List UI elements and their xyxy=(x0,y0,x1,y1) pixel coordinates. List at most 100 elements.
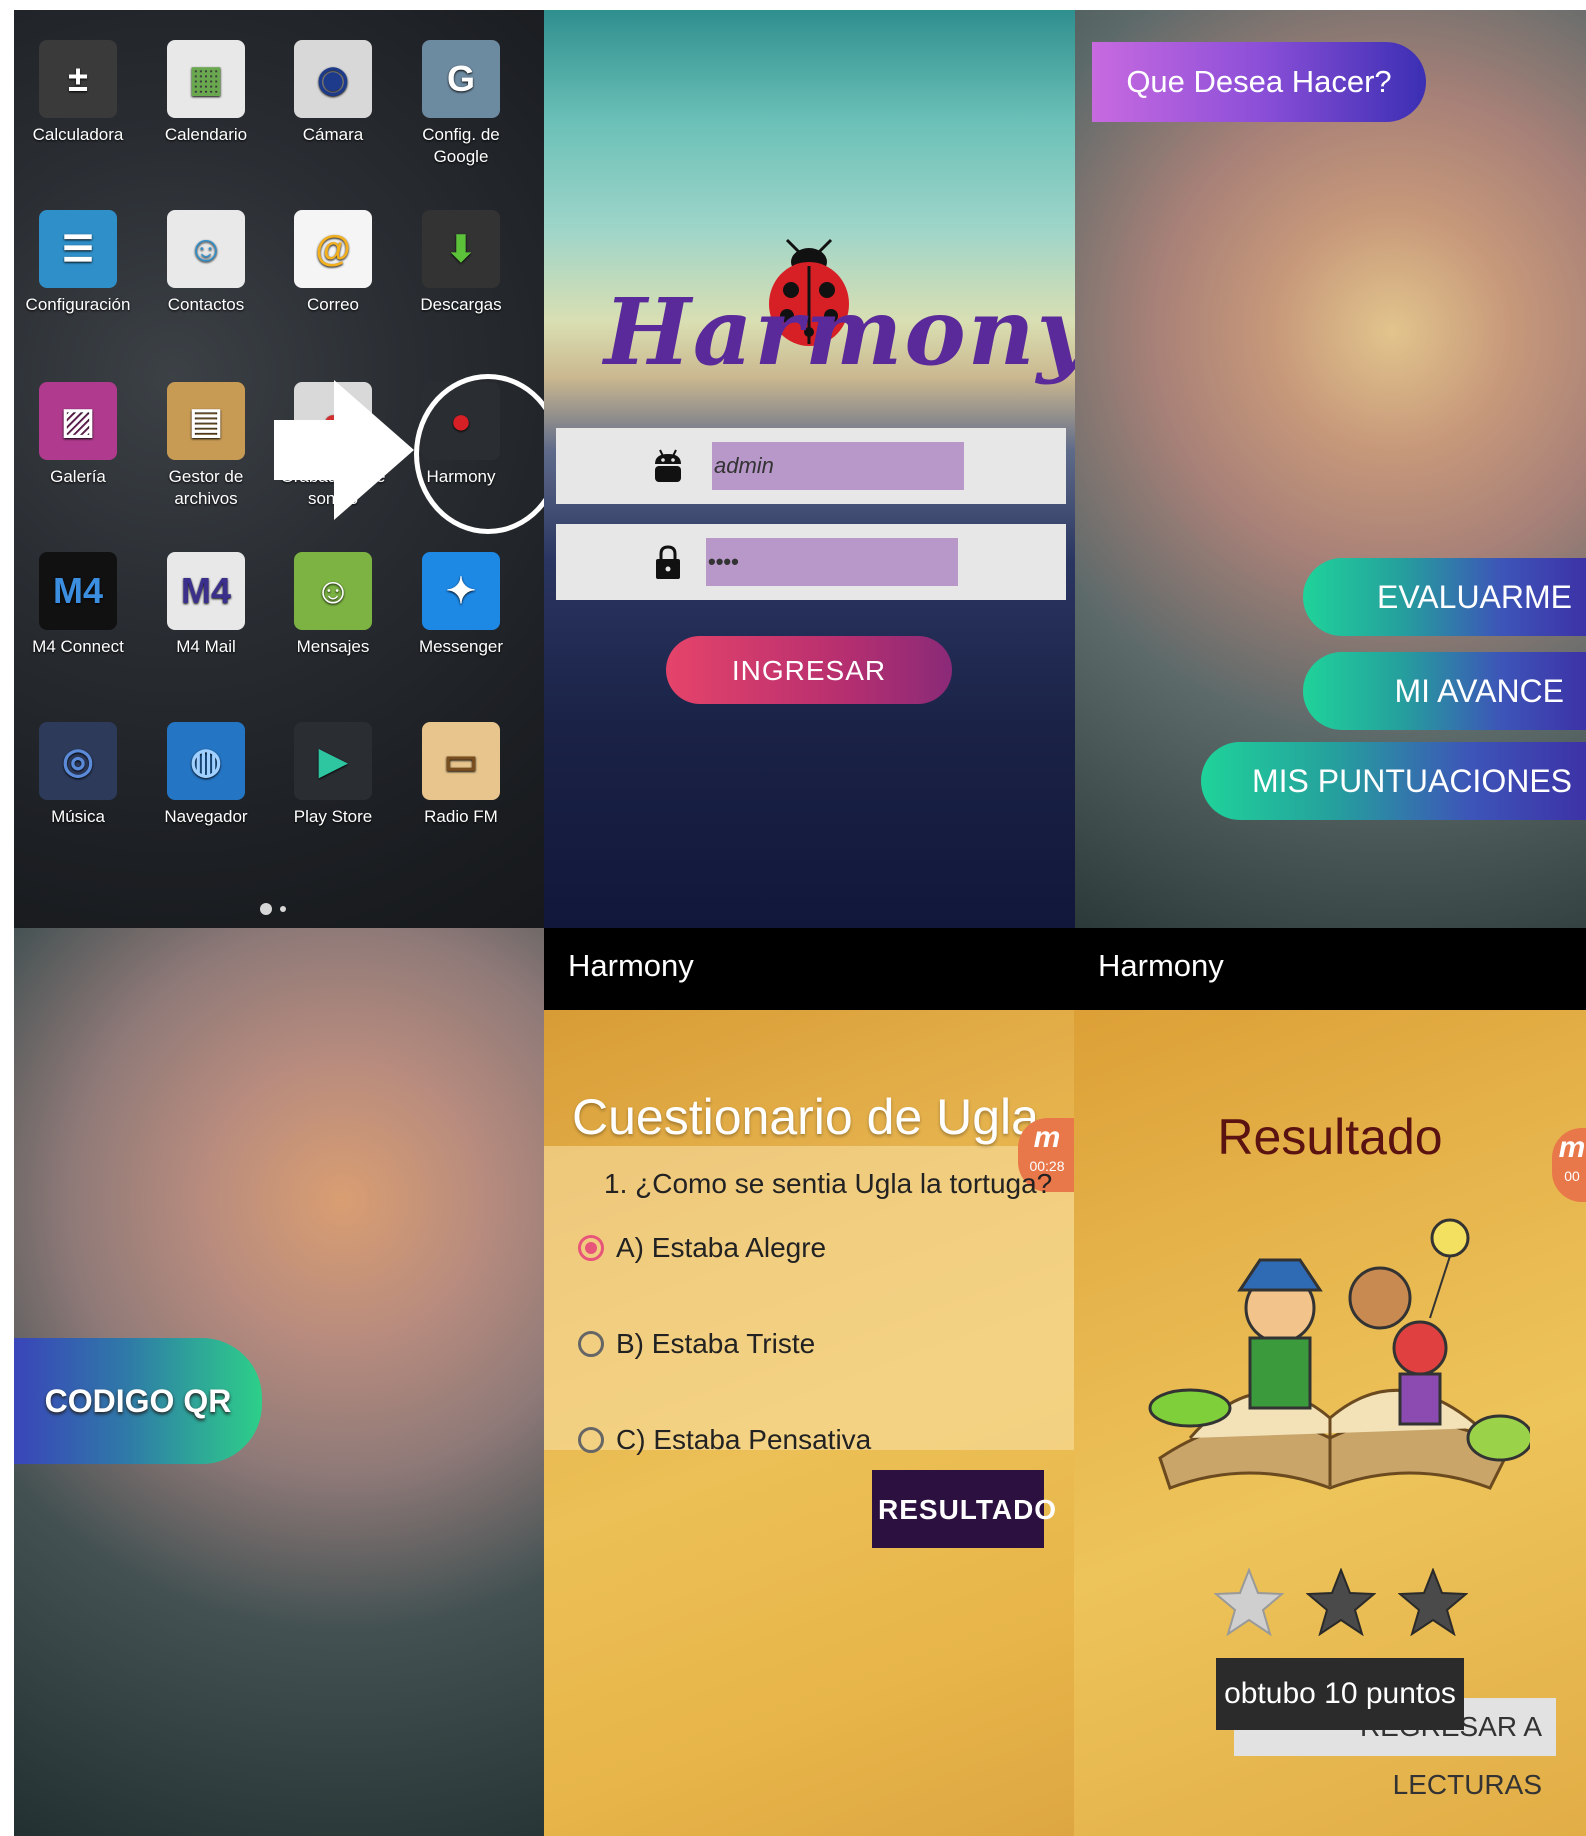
resultado-button[interactable]: RESULTADO xyxy=(872,1470,1056,1548)
launcher-screen: ± Calculadora ▦ Calendario ◉ Cámara G Config. d… xyxy=(14,10,544,928)
file-manager-icon: ▤ xyxy=(167,382,245,460)
username-input[interactable] xyxy=(712,442,964,490)
evaluarme-button[interactable]: EVALUARME xyxy=(1303,558,1586,636)
badge-logo-icon: m xyxy=(1558,1131,1586,1164)
question-text: 1. ¿Como se sentia Ugla la tortuga? xyxy=(604,1168,1053,1199)
m4-connect-icon: M4 xyxy=(39,552,117,630)
star-filled-icon xyxy=(1214,1568,1284,1636)
messages-icon: ☺ xyxy=(294,552,372,630)
app-label: Play Store xyxy=(293,807,373,826)
timer-badge: m 00 xyxy=(1552,1128,1586,1202)
app-correo[interactable]: @ Correo xyxy=(269,210,397,316)
app-calculadora[interactable]: ± Calculadora xyxy=(14,40,142,146)
settings-icon: ☰ xyxy=(39,210,117,288)
radio-icon: ▭ xyxy=(422,722,500,800)
menu-heading: Que Desea Hacer? xyxy=(1092,42,1426,122)
app-label: M4 Mail xyxy=(176,637,236,656)
app-descargas[interactable]: ⬇ Descargas xyxy=(397,210,525,316)
app-label: Gestor de archivos xyxy=(168,467,244,508)
highlight-circle xyxy=(414,374,544,534)
password-input[interactable]: •••• xyxy=(706,538,958,586)
option-label: A) Estaba Alegre xyxy=(616,1232,827,1263)
browser-icon: ◍ xyxy=(167,722,245,800)
app-label: Radio FM xyxy=(424,807,498,826)
option-label: B) Estaba Triste xyxy=(616,1328,816,1359)
app-label: Navegador xyxy=(164,807,248,826)
lock-icon xyxy=(656,545,680,579)
rating-stars xyxy=(1214,1568,1468,1636)
calendar-icon: ▦ xyxy=(167,40,245,118)
app-galería[interactable]: ▨ Galería xyxy=(14,382,142,488)
app-label: M4 Connect xyxy=(32,637,124,656)
menu-screen: Que Desea Hacer? EVALUARME MI AVANCE MIS… xyxy=(1075,10,1586,928)
ingresar-button[interactable]: INGRESAR xyxy=(666,636,952,704)
play-store-icon: ▶ xyxy=(294,722,372,800)
page-dot xyxy=(280,906,286,912)
app-logo-text: Harmony xyxy=(604,278,1075,386)
app-m4-connect[interactable]: M4 M4 Connect xyxy=(14,552,142,658)
app-contactos[interactable]: ☺ Contactos xyxy=(142,210,270,316)
app-configuración[interactable]: ☰ Configuración xyxy=(14,210,142,316)
app-bar-title: Harmony xyxy=(544,928,1074,1010)
messenger-icon: ✦ xyxy=(422,552,500,630)
storybook-illustration-icon xyxy=(1148,1218,1530,1490)
mi-avance-button[interactable]: MI AVANCE xyxy=(1303,652,1586,730)
app-música[interactable]: ◎ Música xyxy=(14,722,142,828)
downloads-icon: ⬇ xyxy=(422,210,500,288)
app-label: Mensajes xyxy=(296,637,370,656)
score-toast: obtubo 10 puntos xyxy=(1216,1658,1464,1730)
android-icon xyxy=(655,449,681,482)
app-label: Galería xyxy=(50,467,106,486)
app-gestor-de-archivos[interactable]: ▤ Gestor de archivos xyxy=(142,382,270,510)
calculator-icon: ± xyxy=(39,40,117,118)
mis-puntuaciones-button[interactable]: MIS PUNTUACIONES xyxy=(1201,742,1586,820)
arrow-right-icon xyxy=(274,380,414,520)
m4-mail-icon: M4 xyxy=(167,552,245,630)
app-label: Messenger xyxy=(418,637,504,656)
email-icon: @ xyxy=(294,210,372,288)
result-title: Resultado xyxy=(1217,1109,1443,1165)
google-settings-icon: G xyxy=(422,40,500,118)
option-c[interactable]: C) Estaba Pensativa xyxy=(578,1424,871,1456)
qr-screen: CODIGO QR xyxy=(14,928,544,1836)
page-dot-active xyxy=(260,903,272,915)
radio-button[interactable] xyxy=(578,1235,604,1261)
app-label: Calendario xyxy=(164,125,248,144)
result-screen: Harmony Resultado m 00 REGRESAR A LECTUR… xyxy=(1074,928,1586,1836)
star-empty-icon xyxy=(1398,1568,1468,1636)
login-screen: Harmony •••• INGRESAR xyxy=(544,10,1075,928)
app-label: Config. de Google xyxy=(422,125,500,166)
codigo-qr-button[interactable]: CODIGO QR xyxy=(14,1338,262,1464)
username-row xyxy=(556,428,1066,504)
app-messenger[interactable]: ✦ Messenger xyxy=(397,552,525,658)
app-play-store[interactable]: ▶ Play Store xyxy=(269,722,397,828)
app-label: Música xyxy=(51,807,105,826)
app-mensajes[interactable]: ☺ Mensajes xyxy=(269,552,397,658)
star-empty-icon xyxy=(1306,1568,1376,1636)
app-label: Contactos xyxy=(167,295,245,314)
radio-button[interactable] xyxy=(578,1331,604,1357)
app-calendario[interactable]: ▦ Calendario xyxy=(142,40,270,146)
camera-icon: ◉ xyxy=(294,40,372,118)
badge-logo-icon: m xyxy=(1033,1121,1061,1154)
app-label: Descargas xyxy=(420,295,502,314)
app-config-de-google[interactable]: G Config. de Google xyxy=(397,40,525,168)
app-label: Calculadora xyxy=(32,125,124,144)
timer-text: 00 xyxy=(1564,1168,1580,1184)
option-b[interactable]: B) Estaba Triste xyxy=(578,1328,815,1360)
option-a[interactable]: A) Estaba Alegre xyxy=(578,1232,826,1264)
radio-button[interactable] xyxy=(578,1427,604,1453)
app-cámara[interactable]: ◉ Cámara xyxy=(269,40,397,146)
app-label: Cámara xyxy=(302,125,364,144)
app-m4-mail[interactable]: M4 M4 Mail xyxy=(142,552,270,658)
quiz-title: Cuestionario de Ugla xyxy=(572,1089,1039,1145)
app-navegador[interactable]: ◍ Navegador xyxy=(142,722,270,828)
app-label: Correo xyxy=(307,295,359,314)
gallery-icon: ▨ xyxy=(39,382,117,460)
page-indicator xyxy=(260,902,294,920)
app-bar-title: Harmony xyxy=(1074,928,1586,1010)
option-label: C) Estaba Pensativa xyxy=(616,1424,872,1455)
app-label: Configuración xyxy=(25,295,131,314)
quiz-screen: Harmony Cuestionario de Ugla m 00:28 1. … xyxy=(544,928,1074,1836)
app-radio-fm[interactable]: ▭ Radio FM xyxy=(397,722,525,828)
